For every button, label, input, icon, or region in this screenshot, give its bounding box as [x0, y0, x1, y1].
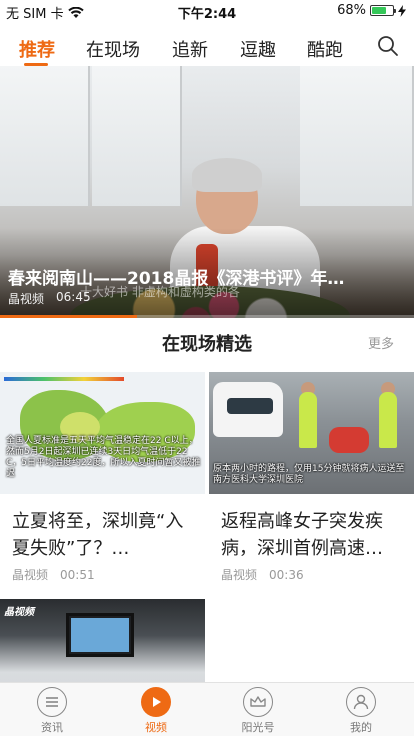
- card-duration: 00:51: [60, 568, 95, 582]
- nav-label: 视频: [145, 721, 167, 734]
- hero-video[interactable]: 十大好书 非虚构和虚构类的各 春来阅南山——2018晶报《深港书评》年… 晶视频…: [0, 66, 414, 318]
- nav-sunshine[interactable]: 阳光号: [218, 687, 298, 735]
- tab-on-scene[interactable]: 在现场: [86, 36, 140, 62]
- hero-progress-bar: [0, 315, 414, 318]
- hero-source: 晶视频: [8, 292, 45, 306]
- nav-video[interactable]: 视频: [116, 687, 196, 735]
- car-window: [227, 398, 273, 414]
- hero-window: [0, 66, 90, 206]
- speaker-hair: [192, 158, 262, 192]
- hero-window: [300, 66, 414, 206]
- nav-label: 阳光号: [241, 721, 275, 734]
- video-card[interactable]: 晶视频: [0, 599, 205, 683]
- nav-label: 资讯: [41, 721, 63, 734]
- status-bar: 无 SIM 卡 下午2:44 68%: [0, 0, 414, 22]
- tab-run[interactable]: 酷跑: [307, 36, 343, 62]
- hero-window: [92, 66, 182, 206]
- card-thumbnail[interactable]: 晶视频: [0, 599, 205, 683]
- video-card[interactable]: 全国人夏标准是五天平均气温稳定在22 C以上，然而5月2日起深圳已连续3天日均气…: [0, 372, 205, 592]
- card-meta: 晶视频 00:51: [12, 566, 95, 583]
- card-source: 晶视频: [221, 568, 258, 582]
- card-thumbnail[interactable]: 全国人夏标准是五天平均气温稳定在22 C以上，然而5月2日起深圳已连续3天日均气…: [0, 372, 205, 494]
- officer: [379, 392, 397, 448]
- battery-fill: [372, 7, 386, 14]
- search-icon[interactable]: [376, 34, 400, 58]
- watermark: 晶视频: [4, 607, 34, 618]
- card-title[interactable]: 立夏将至，深圳竟“入夏失败”了？…: [12, 508, 196, 562]
- monitor: [66, 613, 134, 657]
- thumbnail-caption: 全国人夏标准是五天平均气温稳定在22 C以上，然而5月2日起深圳已连续3天日均气…: [6, 436, 201, 479]
- tab-follow-new[interactable]: 追新: [172, 36, 208, 62]
- person: [299, 392, 317, 448]
- tab-recommend[interactable]: 推荐: [19, 36, 55, 62]
- card-duration: 00:36: [269, 568, 304, 582]
- hero-title[interactable]: 春来阅南山——2018晶报《深港书评》年…: [8, 264, 400, 289]
- card-title[interactable]: 返程高峰女子突发疾病，深圳首例高速…: [221, 508, 405, 562]
- charging-icon: [398, 4, 406, 17]
- battery-icon: [370, 5, 396, 16]
- list-icon: [37, 687, 67, 717]
- section-header: 在现场精选 更多: [0, 330, 414, 360]
- battery-percent: 68%: [337, 3, 366, 18]
- more-link[interactable]: 更多: [368, 333, 394, 352]
- video-card[interactable]: 原本两小时的路程，仅用15分钟就将病人运送至南方医科大学深圳医院 返程高峰女子突…: [209, 372, 414, 592]
- status-right: 68%: [337, 3, 406, 18]
- top-tab-bar: 推荐 在现场 追新 逗趣 酷跑: [0, 30, 414, 66]
- car: [213, 382, 283, 437]
- card-source: 晶视频: [12, 568, 49, 582]
- nav-news[interactable]: 资讯: [12, 687, 92, 735]
- section-title: 在现场精选: [162, 334, 252, 355]
- tab-funny[interactable]: 逗趣: [240, 36, 276, 62]
- user-icon: [346, 687, 376, 717]
- monitor-screen: [71, 618, 129, 652]
- hero-progress-fill: [0, 315, 137, 318]
- card-thumbnail[interactable]: 原本两小时的路程，仅用15分钟就将病人运送至南方医科大学深圳医院: [209, 372, 414, 494]
- patient: [329, 427, 369, 453]
- card-meta: 晶视频 00:36: [221, 566, 304, 583]
- nav-label: 我的: [350, 721, 372, 734]
- nav-mine[interactable]: 我的: [321, 687, 401, 735]
- thumbnail-caption: 原本两小时的路程，仅用15分钟就将病人运送至南方医科大学深圳医院: [213, 464, 405, 485]
- bottom-nav: 资讯 视频 阳光号 我的: [0, 682, 414, 736]
- map-legend-bar: [4, 377, 124, 381]
- play-icon: [141, 687, 171, 717]
- hero-duration: 06:45: [56, 290, 91, 304]
- crown-icon: [243, 687, 273, 717]
